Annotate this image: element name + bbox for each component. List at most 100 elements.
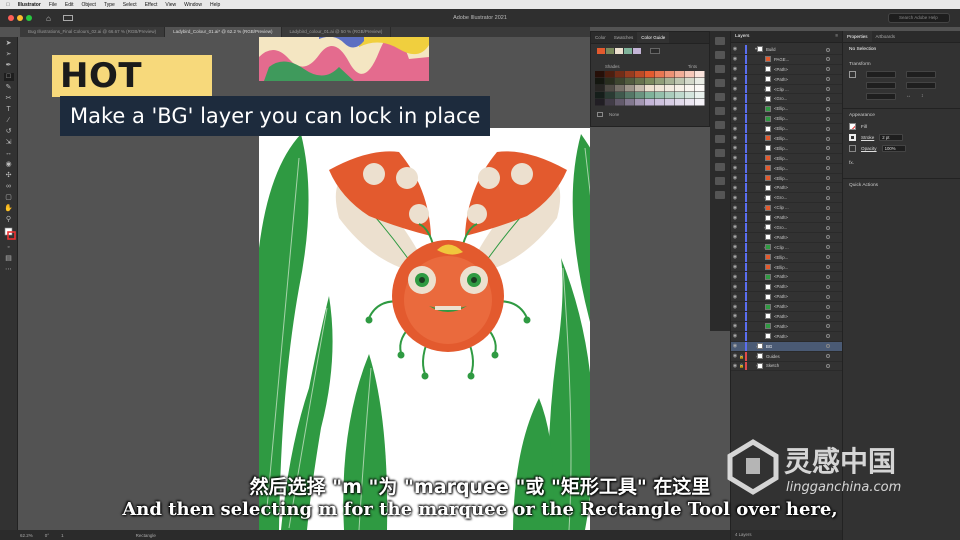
layer-name[interactable]: <Path> xyxy=(774,185,788,190)
layer-row[interactable]: ◉ <Ellip... xyxy=(731,153,842,164)
layer-row[interactable]: ◉ <Path> xyxy=(731,272,842,283)
visibility-eye-icon[interactable]: ◉ xyxy=(731,353,739,359)
color-guide-swatch[interactable] xyxy=(695,92,705,99)
color-guide-swatch[interactable] xyxy=(615,78,625,85)
layer-name[interactable]: <Gro... xyxy=(774,195,787,200)
direct-selection-tool-icon[interactable]: ➣ xyxy=(4,51,14,59)
target-circle-icon[interactable] xyxy=(826,235,830,240)
layer-name[interactable]: <Clip ... xyxy=(774,87,789,92)
color-guide-swatch[interactable] xyxy=(645,85,655,92)
layer-name[interactable]: <Ellip... xyxy=(774,116,788,121)
flip-vertical-icon[interactable]: ↕ xyxy=(921,93,924,100)
artboard-tool-icon[interactable]: ▢ xyxy=(4,194,14,202)
target-circle-icon[interactable] xyxy=(826,136,830,141)
visibility-eye-icon[interactable]: ◉ xyxy=(731,66,739,72)
layer-name[interactable]: <Ellip... xyxy=(774,106,788,111)
harmony-swatches[interactable] xyxy=(597,48,703,54)
flip-horizontal-icon[interactable]: ↔ xyxy=(906,93,911,100)
layer-name[interactable]: PAGE... xyxy=(774,57,789,62)
stroke-label[interactable]: Stroke xyxy=(861,135,874,140)
color-guide-swatch[interactable] xyxy=(685,85,695,92)
target-circle-icon[interactable] xyxy=(826,156,830,161)
visibility-eye-icon[interactable]: ◉ xyxy=(731,86,739,92)
visibility-eye-icon[interactable]: ◉ xyxy=(731,363,739,369)
visibility-eye-icon[interactable]: ◉ xyxy=(731,96,739,102)
width-tool-icon[interactable]: ↔ xyxy=(4,150,14,158)
layer-row[interactable]: ◉ <Path> xyxy=(731,213,842,224)
target-circle-icon[interactable] xyxy=(826,284,830,289)
panel-menu-icon[interactable]: ≡ xyxy=(835,34,838,39)
target-circle-icon[interactable] xyxy=(826,245,830,250)
layer-row[interactable]: ◉ ▾ Build xyxy=(731,45,842,55)
transparency-panel-icon[interactable] xyxy=(715,135,725,143)
expand-arrow-icon[interactable]: › xyxy=(751,87,765,92)
target-circle-icon[interactable] xyxy=(826,176,830,181)
layer-row[interactable]: ◉ <Path> xyxy=(731,64,842,75)
menu-file[interactable]: File xyxy=(49,2,57,8)
color-guide-swatch[interactable] xyxy=(675,78,685,85)
blend-tool-icon[interactable]: ∞ xyxy=(4,183,14,191)
layer-row[interactable]: ◉ › <Gro... xyxy=(731,94,842,105)
layer-row[interactable]: ◉ <Path> xyxy=(731,183,842,194)
layer-name[interactable]: <Ellip... xyxy=(774,126,788,131)
visibility-eye-icon[interactable]: ◉ xyxy=(731,145,739,151)
target-circle-icon[interactable] xyxy=(826,215,830,220)
target-circle-icon[interactable] xyxy=(826,314,830,319)
layer-name[interactable]: BG xyxy=(766,344,772,349)
tab-color[interactable]: Color xyxy=(591,32,610,43)
scale-tool-icon[interactable]: ⇲ xyxy=(4,139,14,147)
minimize-window-button[interactable] xyxy=(17,15,23,21)
target-circle-icon[interactable] xyxy=(826,205,830,210)
rotate-tool-icon[interactable]: ↺ xyxy=(4,128,14,136)
layer-row[interactable]: ◉ › <Gro... xyxy=(731,223,842,233)
layer-name[interactable]: <Path> xyxy=(774,77,788,82)
target-circle-icon[interactable] xyxy=(826,304,830,309)
menu-effect[interactable]: Effect xyxy=(145,2,158,8)
color-guide-swatch[interactable] xyxy=(595,85,605,92)
menu-illustrator[interactable]: Illustrator xyxy=(18,2,41,8)
graphic-styles-panel-icon[interactable] xyxy=(715,93,725,101)
color-guide-swatch[interactable] xyxy=(665,85,675,92)
color-guide-swatch[interactable] xyxy=(695,71,705,78)
shape-builder-tool-icon[interactable]: ◉ xyxy=(4,161,14,169)
edit-toolbar-icon[interactable]: ⋯ xyxy=(4,266,14,274)
target-circle-icon[interactable] xyxy=(826,324,830,329)
layer-name[interactable]: <Gro... xyxy=(774,96,787,101)
target-circle-icon[interactable] xyxy=(826,195,830,200)
menu-edit[interactable]: Edit xyxy=(65,2,74,8)
symbols-panel-icon[interactable] xyxy=(715,79,725,87)
visibility-eye-icon[interactable]: ◉ xyxy=(731,135,739,141)
fx-button[interactable]: fx. xyxy=(843,157,960,170)
color-guide-grid[interactable] xyxy=(595,71,705,107)
menu-help[interactable]: Help xyxy=(210,2,220,8)
target-circle-icon[interactable] xyxy=(826,47,830,52)
color-guide-swatch[interactable] xyxy=(655,99,665,106)
drawing-mode-icon[interactable]: ◦ xyxy=(4,244,14,252)
layer-row[interactable]: ◉ <Ellip... xyxy=(731,163,842,174)
expand-arrow-icon[interactable]: › xyxy=(751,205,765,210)
target-circle-icon[interactable] xyxy=(826,116,830,121)
layer-name[interactable]: Guides xyxy=(766,354,780,359)
layer-name[interactable]: Sketch xyxy=(766,363,779,368)
layer-row[interactable]: ◉ <Ellip... xyxy=(731,143,842,154)
layer-row[interactable]: ◉🔒› Sketch xyxy=(731,361,842,372)
close-window-button[interactable] xyxy=(8,15,14,21)
rectangle-tool-icon[interactable]: □ xyxy=(3,73,14,81)
color-guide-swatch[interactable] xyxy=(695,85,705,92)
y-field[interactable] xyxy=(866,82,896,89)
visibility-eye-icon[interactable]: ◉ xyxy=(731,155,739,161)
layer-name[interactable]: <Ellip... xyxy=(774,136,788,141)
layer-name[interactable]: <Ellip... xyxy=(774,156,788,161)
layer-row[interactable]: ◉ <Path> xyxy=(731,312,842,322)
menu-view[interactable]: View xyxy=(165,2,176,8)
eyedropper-tool-icon[interactable]: ✣ xyxy=(4,172,14,180)
menu-object[interactable]: Object xyxy=(82,2,96,8)
swatches-panel-icon[interactable] xyxy=(715,51,725,59)
align-panel-icon[interactable] xyxy=(715,163,725,171)
visibility-eye-icon[interactable]: ◉ xyxy=(731,343,739,349)
target-circle-icon[interactable] xyxy=(826,57,830,62)
paintbrush-tool-icon[interactable]: ✎ xyxy=(4,84,14,92)
color-guide-swatch[interactable] xyxy=(635,85,645,92)
visibility-eye-icon[interactable]: ◉ xyxy=(731,46,739,52)
layer-name[interactable]: <Path> xyxy=(774,334,788,339)
